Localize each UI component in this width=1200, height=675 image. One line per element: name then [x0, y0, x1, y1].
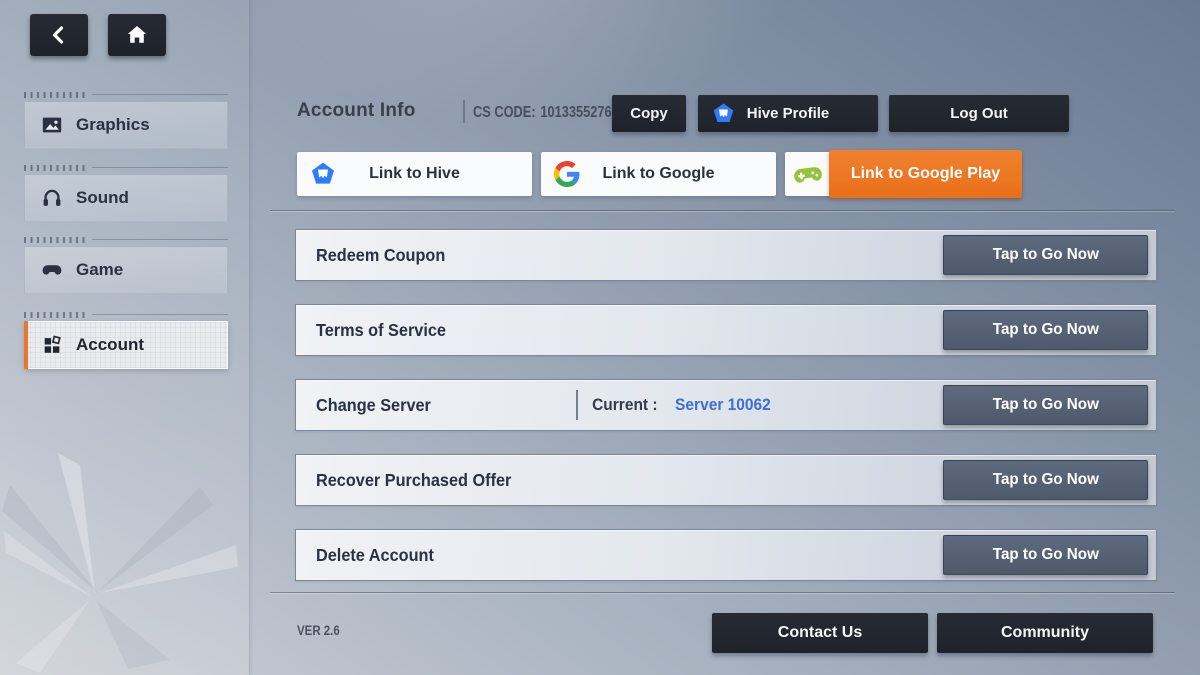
tap-to-go-now-label: Tap to Go Now — [992, 396, 1098, 414]
link-to-google-play-button[interactable]: Link to Google Play — [785, 152, 1020, 196]
current-server-value[interactable]: Server 10062 — [675, 396, 771, 415]
copy-button-label: Copy — [630, 105, 668, 122]
sidebar-item-label: Game — [76, 260, 123, 280]
row-label: Recover Purchased Offer — [316, 455, 511, 505]
sidebar-item-game[interactable]: Game — [24, 246, 228, 294]
tap-to-go-now-label: Tap to Go Now — [992, 546, 1098, 564]
community-label: Community — [1001, 624, 1089, 642]
hive-profile-button-label: Hive Profile — [747, 105, 830, 122]
row-label: Redeem Coupon — [316, 230, 445, 280]
tap-to-go-now-button[interactable]: Tap to Go Now — [943, 310, 1148, 350]
version-label: VER 2.6 — [297, 622, 340, 638]
sidebar-item-graphics[interactable]: Graphics — [24, 101, 228, 149]
link-to-google-play-highlight: Link to Google Play — [829, 150, 1022, 198]
google-icon — [554, 161, 580, 187]
row-redeem-coupon: Redeem Coupon Tap to Go Now — [295, 229, 1157, 281]
hive-icon — [712, 102, 735, 125]
row-label: Delete Account — [316, 530, 434, 580]
logout-button-label: Log Out — [950, 105, 1007, 122]
tap-to-go-now-label: Tap to Go Now — [992, 471, 1098, 489]
link-to-hive-button[interactable]: Link to Hive — [297, 152, 532, 196]
grid-squares-icon — [41, 334, 63, 356]
row-recover-purchased-offer: Recover Purchased Offer Tap to Go Now — [295, 454, 1157, 506]
gamepad-icon — [41, 259, 63, 281]
nav-ticks-decoration — [24, 236, 228, 243]
row-terms-of-service: Terms of Service Tap to Go Now — [295, 304, 1157, 356]
row-label: Terms of Service — [316, 305, 446, 355]
nav-ticks-decoration — [24, 91, 228, 98]
hive-profile-button[interactable]: Hive Profile — [698, 95, 878, 132]
current-server-label: Current : — [592, 396, 657, 415]
link-to-google-button[interactable]: Link to Google — [541, 152, 776, 196]
current-server: Current : Server 10062 — [576, 380, 774, 430]
tap-to-go-now-button[interactable]: Tap to Go Now — [943, 535, 1148, 575]
link-to-hive-label: Link to Hive — [369, 165, 460, 183]
link-to-google-label: Link to Google — [603, 165, 715, 183]
cs-code: CS CODE:10133552767 — [473, 104, 619, 122]
headphones-icon — [41, 187, 63, 209]
nav-ticks-decoration — [24, 311, 228, 318]
sidebar-item-account[interactable]: Account — [24, 321, 228, 369]
tap-to-go-now-button[interactable]: Tap to Go Now — [943, 460, 1148, 500]
tap-to-go-now-label: Tap to Go Now — [992, 321, 1098, 339]
page-title: Account Info — [297, 100, 416, 122]
sidebar-item-sound[interactable]: Sound — [24, 174, 228, 222]
nav-ticks-decoration — [24, 164, 228, 171]
community-button[interactable]: Community — [937, 613, 1153, 653]
logout-button[interactable]: Log Out — [889, 95, 1069, 132]
row-delete-account: Delete Account Tap to Go Now — [295, 529, 1157, 581]
divider — [463, 100, 465, 123]
copy-button[interactable]: Copy — [612, 95, 686, 132]
home-button[interactable] — [108, 14, 166, 56]
contact-us-label: Contact Us — [778, 624, 862, 642]
row-label: Change Server — [316, 380, 431, 430]
settings-screen: Graphics Sound Game — [0, 0, 1200, 675]
sidebar-item-label: Graphics — [76, 115, 150, 135]
home-icon — [125, 23, 149, 47]
divider — [576, 390, 578, 420]
cs-code-label: CS CODE: — [473, 104, 536, 121]
image-icon — [41, 114, 63, 136]
sidebar-item-label: Sound — [76, 188, 129, 208]
back-button[interactable] — [30, 14, 88, 56]
divider — [270, 210, 1175, 211]
tap-to-go-now-button[interactable]: Tap to Go Now — [943, 235, 1148, 275]
settings-sidebar: Graphics Sound Game — [0, 0, 250, 675]
tap-to-go-now-label: Tap to Go Now — [992, 246, 1098, 264]
starburst-decoration — [0, 425, 250, 675]
sidebar-item-label: Account — [76, 335, 144, 355]
row-change-server: Change Server Current : Server 10062 Tap… — [295, 379, 1157, 431]
cs-code-value: 10133552767 — [540, 104, 618, 121]
divider — [270, 592, 1175, 593]
google-play-games-icon — [792, 159, 824, 191]
contact-us-button[interactable]: Contact Us — [712, 613, 928, 653]
chevron-left-icon — [47, 23, 71, 47]
tap-to-go-now-button[interactable]: Tap to Go Now — [943, 385, 1148, 425]
hive-icon — [310, 161, 336, 187]
link-to-google-play-label: Link to Google Play — [851, 165, 1000, 183]
